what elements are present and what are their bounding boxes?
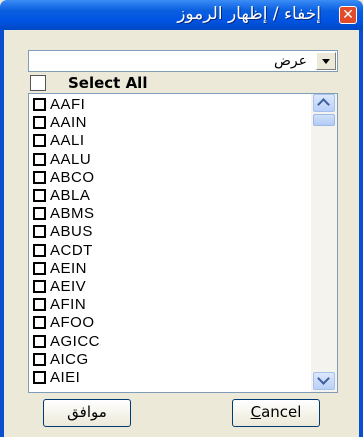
item-checkbox[interactable] [33,352,46,366]
item-label: ABMS [50,205,95,223]
view-dropdown[interactable]: عرض [28,50,338,72]
list-item[interactable]: ABMS [33,205,313,223]
scroll-down-icon[interactable] [313,372,335,390]
list-item[interactable]: AGICC [33,333,313,351]
item-label: ABUS [50,223,93,241]
item-checkbox[interactable] [33,98,46,111]
item-label: AALI [50,132,85,150]
cancel-mnemonic: C [250,403,262,421]
item-checkbox[interactable] [33,170,46,184]
window-title: إخفاء / إظهار الرموز [177,4,321,24]
list-item[interactable]: ABUS [33,223,313,241]
item-label: ABCO [50,168,95,186]
item-label: AIEI [50,369,81,386]
cancel-label-rest: ancel [261,403,302,421]
list-item[interactable]: AAIN [33,114,313,132]
chevron-down-icon[interactable] [316,52,336,70]
list-item[interactable]: AICG [33,351,313,369]
item-checkbox[interactable] [33,316,46,330]
ok-button[interactable]: موافق [43,399,131,427]
dropdown-value: عرض [273,53,307,69]
window-frame-left [0,30,4,437]
list-item[interactable]: AEIN [33,260,313,278]
item-checkbox[interactable] [33,207,46,221]
list-item[interactable]: ABLA [33,187,313,205]
item-checkbox[interactable] [33,134,46,148]
list-item[interactable]: ACDT [33,242,313,260]
list-item[interactable]: ABCO [33,169,313,187]
list-item[interactable]: AEIV [33,278,313,296]
dialog-window: ✕ إخفاء / إظهار الرموز عرض Select All AA… [0,0,363,437]
scroll-up-icon[interactable] [313,94,335,112]
list-item[interactable]: AALU [33,151,313,169]
item-label: AALU [50,150,92,168]
list-item[interactable]: AFOO [33,314,313,332]
item-checkbox[interactable] [33,116,46,130]
title-bar[interactable]: ✕ إخفاء / إظهار الرموز [0,0,363,30]
vertical-scrollbar[interactable] [311,94,337,392]
item-label: AFOO [50,314,95,332]
list-item[interactable]: AIEI [33,369,313,387]
item-checkbox[interactable] [33,261,46,275]
item-checkbox[interactable] [33,334,46,348]
list-item[interactable]: AALI [33,132,313,150]
item-checkbox[interactable] [33,225,46,239]
item-label: AAFI [50,96,86,113]
scroll-thumb[interactable] [313,114,335,126]
item-label: AGICC [50,332,101,350]
symbol-list[interactable]: AAFI AAIN AALI AALU ABCO ABLA ABMS ABUS ACDT AEIN… [28,93,338,393]
select-all-label: Select All [68,74,148,92]
window-frame-right [359,30,363,437]
item-label: AEIN [50,259,88,277]
item-label: ABLA [50,187,91,204]
item-label: AFIN [50,296,87,314]
cancel-button[interactable]: Cancel [232,399,320,427]
item-label: AEIV [50,278,87,295]
item-checkbox[interactable] [33,189,46,202]
item-checkbox[interactable] [33,280,46,293]
list-item[interactable]: AAFI [33,96,313,114]
list-item[interactable]: AFIN [33,296,313,314]
item-checkbox[interactable] [33,243,46,257]
item-checkbox[interactable] [33,371,46,384]
item-label: AAIN [50,114,88,132]
select-all-checkbox[interactable] [30,75,46,91]
close-icon[interactable]: ✕ [339,6,357,24]
select-all-row[interactable]: Select All [28,74,338,92]
item-checkbox[interactable] [33,298,46,312]
item-label: AICG [50,350,89,368]
item-checkbox[interactable] [33,152,46,166]
item-label: ACDT [50,241,93,259]
